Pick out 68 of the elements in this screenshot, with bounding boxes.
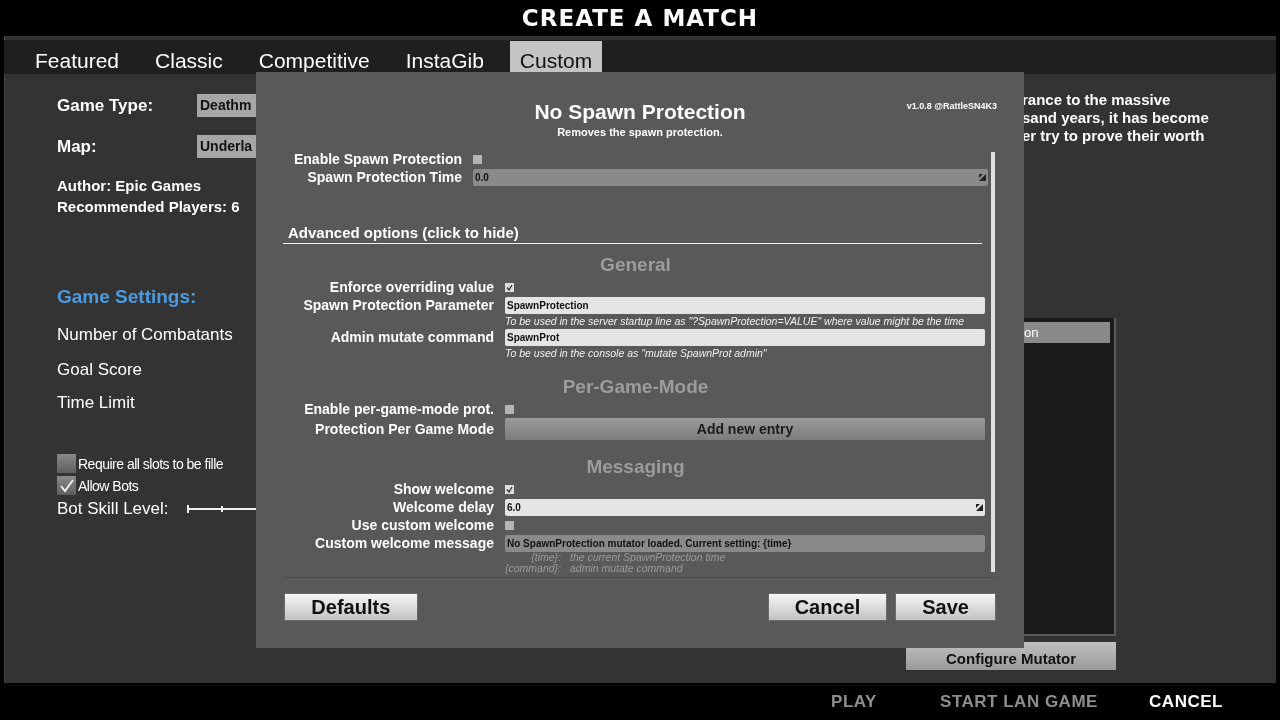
option-label: Enable per-game-mode prot.: [303, 400, 494, 418]
option-label: Admin mutate command: [329, 328, 494, 346]
section-heading: Messaging: [585, 456, 686, 478]
recommended-players-text: Recommended Players: 6: [57, 197, 241, 217]
section-heading: Game Settings:: [57, 286, 198, 308]
input-field[interactable]: SpawnProt: [505, 328, 985, 346]
option-label: Use custom welcome: [350, 516, 494, 534]
screen-title: CREATE A MATCH: [521, 5, 759, 31]
hint-text: To be used in the server startup line as "?SpawnProtection=VALUE" where value might be the time: [505, 314, 966, 328]
footer-action[interactable]: CANCEL: [1136, 691, 1236, 712]
legend-key: {time}:: [505, 552, 561, 563]
option-label: Custom welcome message: [314, 534, 494, 552]
checkbox[interactable]: [505, 484, 514, 494]
checkbox[interactable]: [505, 404, 514, 414]
resize-icon: [976, 503, 983, 511]
setting-label: Time Limit: [57, 393, 136, 413]
dialog-button[interactable]: Cancel: [767, 593, 888, 621]
checkbox[interactable]: [505, 282, 514, 292]
slider-track: [187, 504, 256, 514]
dialog-button[interactable]: Save: [895, 593, 996, 621]
option-label: Enable Spawn Protection: [292, 150, 462, 168]
option-label: Protection Per Game Mode: [314, 420, 494, 438]
dialog-subtitle: Removes the spawn protection.: [556, 125, 724, 139]
author-text: Author: Epic Games: [57, 176, 203, 196]
option-label: Spawn Protection Time: [306, 168, 462, 186]
advanced-options-toggle[interactable]: Advanced options (click to hide): [283, 224, 982, 244]
hint-text: To be used in the console as "mutate SpawnProt admin": [505, 346, 768, 360]
field-label: Game Type:: [57, 95, 155, 116]
option-label: Welcome delay: [392, 498, 494, 516]
setting-label: Number of Combatants: [57, 325, 234, 345]
option-label: Show welcome: [392, 480, 494, 498]
tab[interactable]: Custom: [509, 41, 603, 74]
field-value: SpawnProt: [507, 330, 560, 345]
setting-label: Bot Skill Level:: [57, 499, 170, 519]
description-text: sand years, it has become: [1022, 109, 1210, 127]
section-heading: Per-Game-Mode: [561, 376, 710, 398]
input-field[interactable]: 6.0: [505, 498, 985, 516]
legend-text: the current SpawnProtection time: [570, 552, 726, 563]
option-label: Enforce overriding value: [328, 278, 494, 296]
checkbox[interactable]: [473, 154, 482, 164]
checkbox-label: Require all slots to be fille: [78, 455, 224, 472]
dropdown[interactable]: Deathm: [197, 94, 256, 117]
scrollbar[interactable]: [991, 152, 995, 572]
setting-label: Goal Score: [57, 360, 144, 380]
section-heading: General: [599, 254, 672, 276]
tab[interactable]: Featured: [25, 40, 130, 74]
tab[interactable]: Competitive: [248, 40, 380, 74]
checkbox[interactable]: [57, 476, 76, 495]
field-value: SpawnProtection: [507, 298, 589, 313]
version-text: v1.0.8 @RattleSN4K3: [906, 100, 997, 113]
tab[interactable]: InstaGib: [395, 40, 494, 74]
legend-key: {command}:: [505, 563, 561, 574]
input-field[interactable]: SpawnProtection: [505, 296, 985, 314]
option-label: Spawn Protection Parameter: [302, 296, 494, 314]
dialog-button[interactable]: Defaults: [284, 593, 418, 621]
field-label: Map:: [57, 136, 98, 157]
checkbox-label: Allow Bots: [78, 477, 139, 494]
field-value: 0.0: [475, 170, 489, 185]
checkbox[interactable]: [57, 454, 76, 473]
legend-text: admin mutate command: [570, 563, 683, 574]
resize-icon: [979, 173, 986, 181]
field-value: 6.0: [507, 500, 521, 515]
dropdown[interactable]: Underla: [197, 135, 256, 158]
add-entry-button[interactable]: Add new entry: [505, 418, 985, 440]
dialog-title: No Spawn Protection: [534, 99, 746, 125]
field-value: No SpawnProtection mutator loaded. Current setting: {time}: [507, 536, 792, 551]
tab[interactable]: Classic: [145, 40, 233, 74]
checkbox[interactable]: [505, 520, 514, 530]
